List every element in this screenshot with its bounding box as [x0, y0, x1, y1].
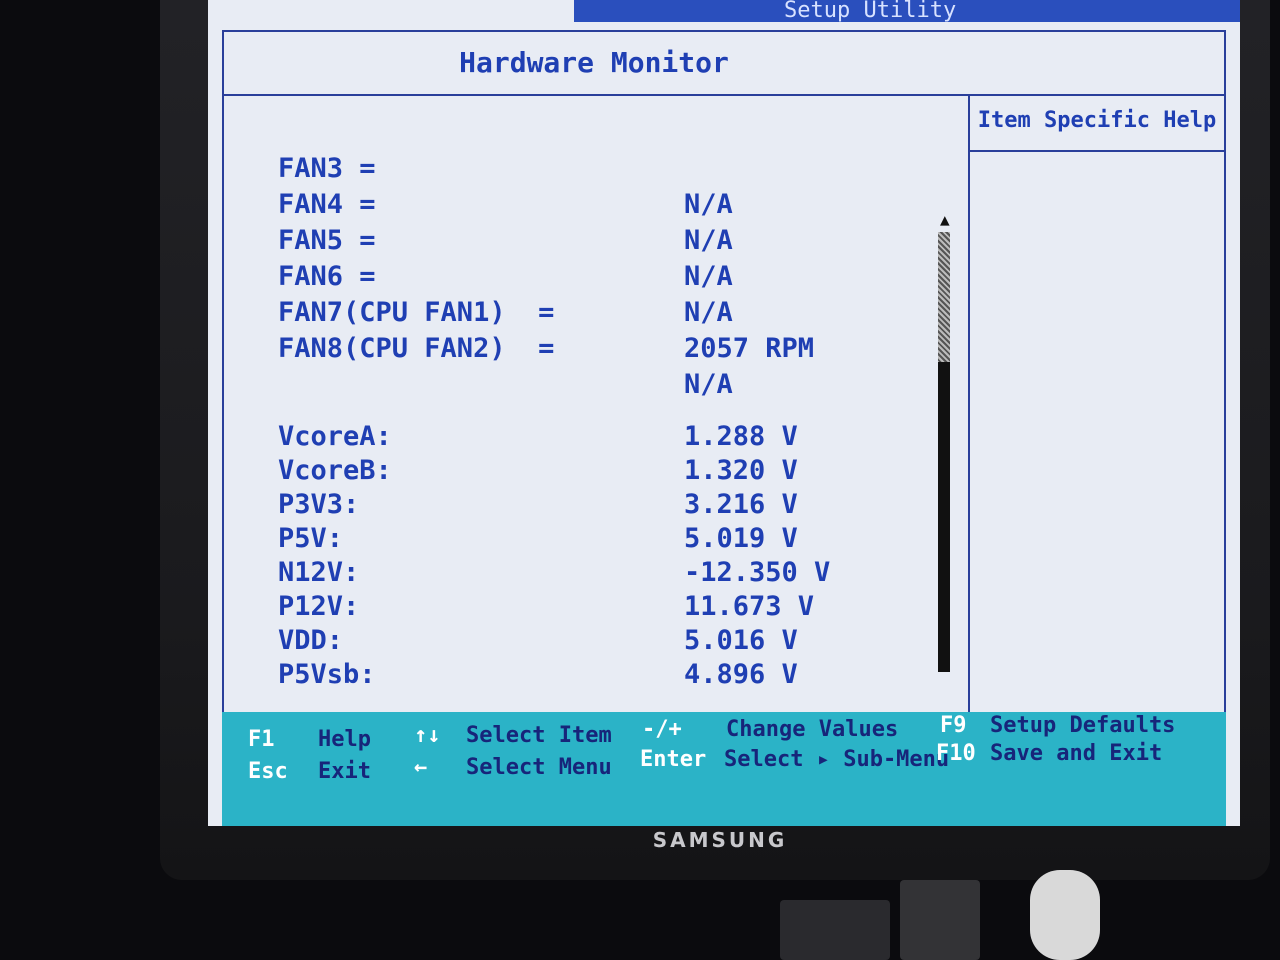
monitor-value: -12.350 V: [684, 557, 831, 588]
monitor-row-fan4[interactable]: FAN4 = N/A: [224, 188, 964, 222]
monitor-value: 1.320 V: [684, 455, 798, 486]
monitor-label: P12V:: [278, 591, 360, 622]
desk-object: [900, 880, 980, 960]
help-panel-title: Item Specific Help: [977, 108, 1217, 133]
monitor-value: 11.673 V: [684, 591, 815, 622]
monitor-value: N/A: [684, 261, 733, 292]
monitor-value: N/A: [684, 369, 733, 400]
bios-screen: Setup Utility Hardware Monitor Item Spec…: [208, 0, 1240, 826]
f1-desc: Help: [318, 727, 371, 752]
monitor-value: 2057 RPM: [684, 333, 815, 364]
leftright-desc: Select Menu: [466, 755, 612, 780]
monitor-row-p5vsb[interactable]: P5Vsb: 4.896 V: [224, 658, 964, 692]
monitor-label: VDD:: [278, 625, 344, 656]
monitor-value: 1.288 V: [684, 421, 798, 452]
help-divider: [968, 94, 970, 740]
help-title-divider: [970, 150, 1224, 152]
plusminus-desc: Change Values: [726, 717, 899, 742]
monitor-label: FAN7(CPU FAN1) =: [278, 297, 555, 328]
f1-key[interactable]: F1: [248, 726, 275, 754]
monitor-label: FAN3 =: [278, 153, 376, 184]
monitor-row-fan-extra[interactable]: N/A: [224, 368, 964, 402]
monitor-label: FAN6 =: [278, 261, 376, 292]
monitor-row-vdd[interactable]: VDD: 5.016 V: [224, 624, 964, 658]
monitor-value: N/A: [684, 297, 733, 328]
f9-desc: Setup Defaults: [990, 713, 1176, 738]
monitor-row-n12v[interactable]: N12V: -12.350 V: [224, 556, 964, 590]
scrollbar-thumb[interactable]: [938, 362, 950, 672]
monitor-row-p3v3[interactable]: P3V3: 3.216 V: [224, 488, 964, 522]
monitor-row-vcoreb[interactable]: VcoreB: 1.320 V: [224, 454, 964, 488]
top-menu-bar: Setup Utility: [208, 0, 1240, 22]
page-title: Hardware Monitor: [459, 46, 729, 79]
monitor-row-fan6[interactable]: FAN6 = N/A: [224, 260, 964, 294]
esc-key[interactable]: Esc: [248, 758, 288, 786]
monitor-label: P5Vsb:: [278, 659, 376, 690]
monitor-label: FAN4 =: [278, 189, 376, 220]
hardware-monitor-panel: Hardware Monitor Item Specific Help FAN3…: [222, 30, 1226, 742]
plusminus-key[interactable]: -/+: [642, 716, 682, 744]
f10-desc: Save and Exit: [990, 741, 1163, 766]
updown-desc: Select Item: [466, 723, 612, 748]
key-legend-footer: F1 Help Esc Exit ↑↓ Select Item ← Select…: [222, 712, 1226, 826]
monitor-row-fan3[interactable]: FAN3 =: [224, 152, 964, 186]
utility-title-tab: Setup Utility: [574, 0, 1240, 22]
monitor-row-fan8[interactable]: FAN8(CPU FAN2) = 2057 RPM: [224, 332, 964, 366]
title-divider: [224, 94, 1224, 96]
monitor-brand-logo: SAMSUNG: [652, 828, 788, 852]
enter-key[interactable]: Enter: [640, 746, 706, 774]
monitor-row-vcorea[interactable]: VcoreA: 1.288 V: [224, 420, 964, 454]
monitor-value: 5.019 V: [684, 523, 798, 554]
monitor-row-fan7[interactable]: FAN7(CPU FAN1) = N/A: [224, 296, 964, 330]
f10-key[interactable]: F10: [936, 740, 976, 768]
monitor-label: P3V3:: [278, 489, 360, 520]
monitor-row-p5v[interactable]: P5V: 5.019 V: [224, 522, 964, 556]
monitor-value: 4.896 V: [684, 659, 798, 690]
desk-object: [780, 900, 890, 960]
scroll-up-arrow-icon[interactable]: ▲: [940, 210, 950, 229]
monitor-label: P5V:: [278, 523, 344, 554]
desk-object: [1030, 870, 1100, 960]
monitor-label: N12V:: [278, 557, 360, 588]
f9-key[interactable]: F9: [940, 712, 967, 740]
monitor-value: 3.216 V: [684, 489, 798, 520]
esc-desc: Exit: [318, 759, 371, 784]
leftright-key-icon[interactable]: ←: [414, 754, 427, 782]
monitor-label: VcoreB:: [278, 455, 392, 486]
monitor-value: N/A: [684, 189, 733, 220]
enter-desc: Select ▸ Sub-Menu: [724, 747, 950, 772]
monitor-label: VcoreA:: [278, 421, 392, 452]
monitor-row-p12v[interactable]: P12V: 11.673 V: [224, 590, 964, 624]
monitor-value: N/A: [684, 225, 733, 256]
monitor-row-fan5[interactable]: FAN5 = N/A: [224, 224, 964, 258]
monitor-label: FAN5 =: [278, 225, 376, 256]
updown-key-icon[interactable]: ↑↓: [414, 722, 441, 750]
monitor-label: FAN8(CPU FAN2) =: [278, 333, 555, 364]
monitor-value: 5.016 V: [684, 625, 798, 656]
